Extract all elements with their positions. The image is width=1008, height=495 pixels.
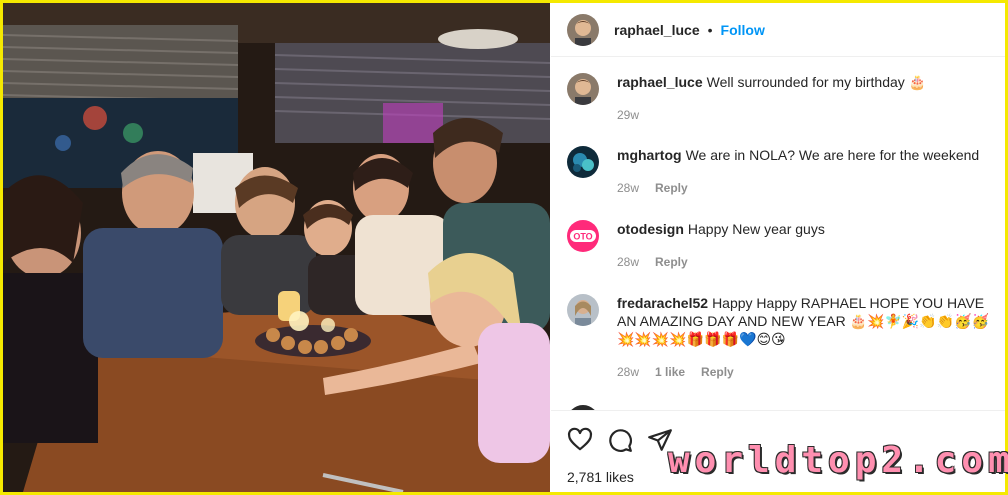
likes-count[interactable]: 2,781 likes: [567, 469, 634, 485]
comment-time[interactable]: 28w: [617, 255, 639, 269]
author-username[interactable]: raphael_luce: [614, 22, 700, 38]
comment-body: otodesign Happy New year guys: [617, 220, 991, 238]
commenter-username[interactable]: fredarachel52: [617, 295, 708, 311]
watermark-text: worldtop2.com: [668, 440, 1008, 481]
comment-body: raphael_luce Well surrounded for my birth…: [617, 73, 991, 91]
commenter-avatar[interactable]: [567, 146, 599, 178]
post-photo[interactable]: [3, 3, 550, 492]
commenter-username[interactable]: raphael_luce: [617, 74, 703, 90]
comment-meta: 28w 1 like Reply: [617, 365, 734, 379]
reply-button[interactable]: Reply: [655, 255, 688, 269]
caption-avatar-image: [567, 73, 599, 105]
otodesign-avatar-image: OTO: [567, 220, 599, 252]
comment-meta: 29w: [617, 108, 639, 122]
comment-time[interactable]: 28w: [617, 181, 639, 195]
reply-button[interactable]: Reply: [701, 365, 734, 379]
commenter-username[interactable]: otodesign: [617, 221, 684, 237]
photo-illustration: [3, 3, 550, 492]
post-side-panel: raphael_luce • Follow raphael_luce Well s…: [551, 3, 1005, 492]
follow-button[interactable]: Follow: [721, 22, 765, 38]
comment-text: We are in NOLA? We are here for the week…: [685, 147, 980, 163]
comment-meta: 28w Reply: [617, 181, 688, 195]
author-avatar[interactable]: [567, 13, 599, 46]
commenter-avatar[interactable]: OTO: [567, 220, 599, 252]
comment-icon[interactable]: [607, 427, 633, 453]
post-header: raphael_luce • Follow: [551, 3, 1005, 57]
reply-button[interactable]: Reply: [655, 181, 688, 195]
commenter-avatar[interactable]: [567, 294, 599, 326]
author-avatar-image: [567, 13, 599, 46]
commenter-username[interactable]: mghartog: [617, 147, 682, 163]
comment-time[interactable]: 28w: [617, 365, 639, 379]
mghartog-avatar-image: [567, 146, 599, 178]
fredarachel52-avatar-image: [567, 294, 599, 326]
oto-badge-text: OTO: [573, 232, 592, 242]
comment-body: mghartog We are in NOLA? We are here for …: [617, 146, 991, 164]
comment-text: Happy New year guys: [687, 221, 825, 237]
commenter-avatar[interactable]: [567, 73, 599, 105]
comment-likes[interactable]: 1 like: [655, 365, 685, 379]
comment-time[interactable]: 29w: [617, 108, 639, 122]
comment-text: Well surrounded for my birthday 🎂: [706, 74, 927, 90]
comment-meta: 28w Reply: [617, 255, 688, 269]
heart-icon[interactable]: [567, 427, 593, 453]
comment-body: fredarachel52 Happy Happy RAPHAEL HOPE YO…: [617, 294, 991, 348]
separator-dot: •: [707, 21, 713, 38]
comments-list[interactable]: raphael_luce Well surrounded for my birth…: [551, 58, 1005, 410]
